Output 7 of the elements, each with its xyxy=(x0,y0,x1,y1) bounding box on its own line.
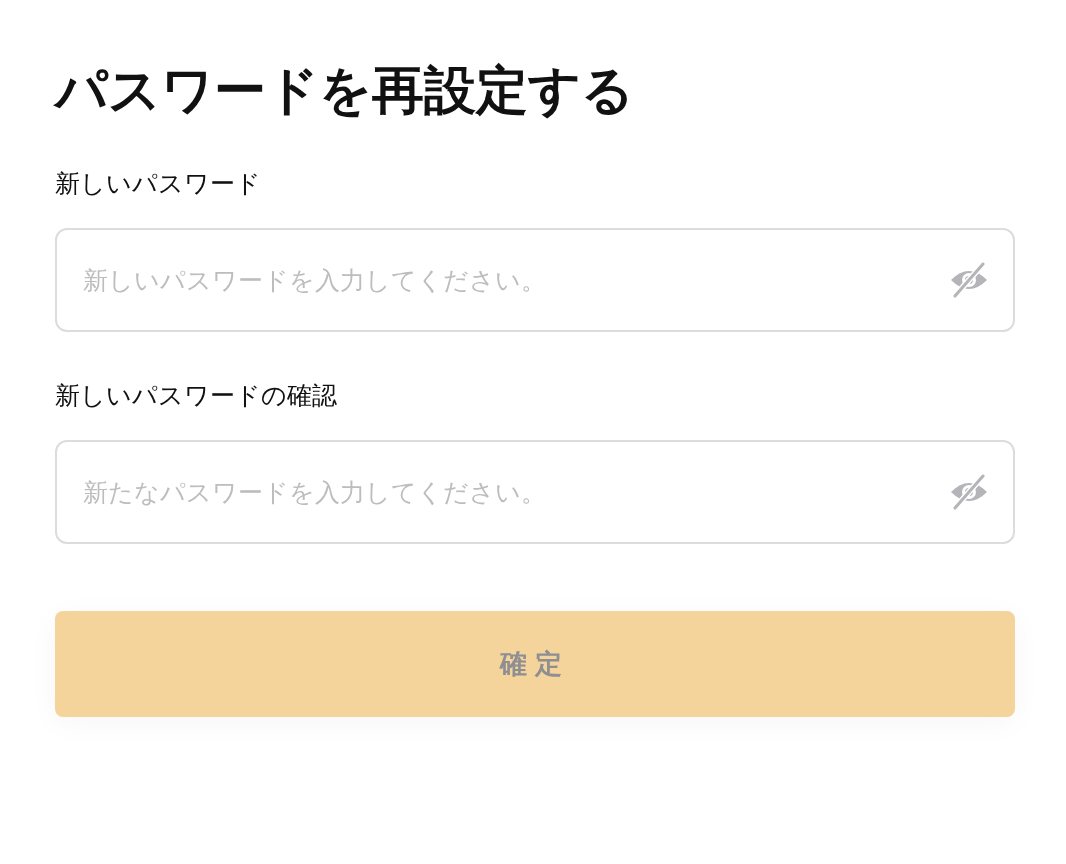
eye-slash-icon[interactable] xyxy=(949,474,989,510)
field-label: 新しいパスワードの確認 xyxy=(55,380,337,412)
field-label: 新しいパスワード xyxy=(55,168,261,200)
password-field[interactable]: 新しいパスワードを入力してください。 xyxy=(55,228,1015,332)
password-field[interactable]: 新たなパスワードを入力してください。 xyxy=(55,440,1015,544)
eye-slash-icon[interactable] xyxy=(949,262,989,298)
page-title: パスワードを再設定する xyxy=(55,59,635,122)
